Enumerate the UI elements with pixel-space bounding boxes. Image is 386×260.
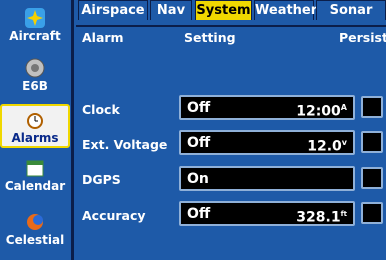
alarm-label-accuracy: Accuracy xyxy=(82,208,146,223)
accuracy-value: 328.1ft xyxy=(296,209,347,226)
ext-voltage-value: 12.0v xyxy=(307,138,347,155)
clock-setting-field[interactable]: Off 12:00A xyxy=(179,95,355,120)
sidebar: Aircraft E6B Alarms Calendar Celestial xyxy=(0,0,71,260)
ext-voltage-persist-checkbox[interactable] xyxy=(361,131,383,153)
dgps-setting: On xyxy=(187,171,209,187)
tab-airspace[interactable]: Airspace xyxy=(78,0,148,20)
dgps-setting-field[interactable]: On xyxy=(179,166,355,191)
sidebar-item-label: Alarms xyxy=(11,131,59,145)
tab-underline xyxy=(76,25,386,27)
ext-voltage-setting-field[interactable]: Off 12.0v xyxy=(179,130,355,155)
aircraft-icon xyxy=(25,8,45,28)
accuracy-setting-field[interactable]: Off 328.1ft xyxy=(179,201,355,226)
tab-weather[interactable]: Weather xyxy=(254,0,317,20)
column-header-alarm: Alarm xyxy=(82,30,124,45)
clock-value: 12:00A xyxy=(296,103,347,120)
sidebar-item-alarms[interactable]: Alarms xyxy=(0,104,70,148)
sidebar-item-calendar[interactable]: Calendar xyxy=(0,156,70,200)
clock-setting: Off xyxy=(187,100,211,116)
alarm-label-clock: Clock xyxy=(82,102,120,117)
sidebar-item-label: E6B xyxy=(22,79,48,93)
celestial-icon xyxy=(25,212,45,232)
calendar-icon xyxy=(25,158,45,178)
sidebar-item-e6b[interactable]: E6B xyxy=(0,52,70,98)
sidebar-item-aircraft[interactable]: Aircraft xyxy=(0,2,70,48)
alarm-label-ext-voltage: Ext. Voltage xyxy=(82,137,168,152)
sidebar-item-label: Celestial xyxy=(5,233,65,247)
column-header-setting: Setting xyxy=(184,30,236,45)
clock-persist-checkbox[interactable] xyxy=(361,96,383,118)
sidebar-divider xyxy=(71,0,74,260)
tab-nav[interactable]: Nav xyxy=(150,0,192,20)
column-header-persist: Persist xyxy=(339,30,386,45)
ext-voltage-setting: Off xyxy=(187,135,211,151)
sidebar-item-label: Calendar xyxy=(4,179,66,193)
tab-system[interactable]: System xyxy=(195,0,252,20)
e6b-icon xyxy=(25,58,45,78)
alarm-label-dgps: DGPS xyxy=(82,172,121,187)
sidebar-item-label: Aircraft xyxy=(9,29,61,43)
accuracy-persist-checkbox[interactable] xyxy=(361,202,383,224)
accuracy-setting: Off xyxy=(187,206,211,222)
alarm-clock-icon xyxy=(25,110,45,130)
dgps-persist-checkbox[interactable] xyxy=(361,167,383,189)
sidebar-item-celestial[interactable]: Celestial xyxy=(0,206,70,258)
tab-sonar[interactable]: Sonar xyxy=(316,0,386,20)
